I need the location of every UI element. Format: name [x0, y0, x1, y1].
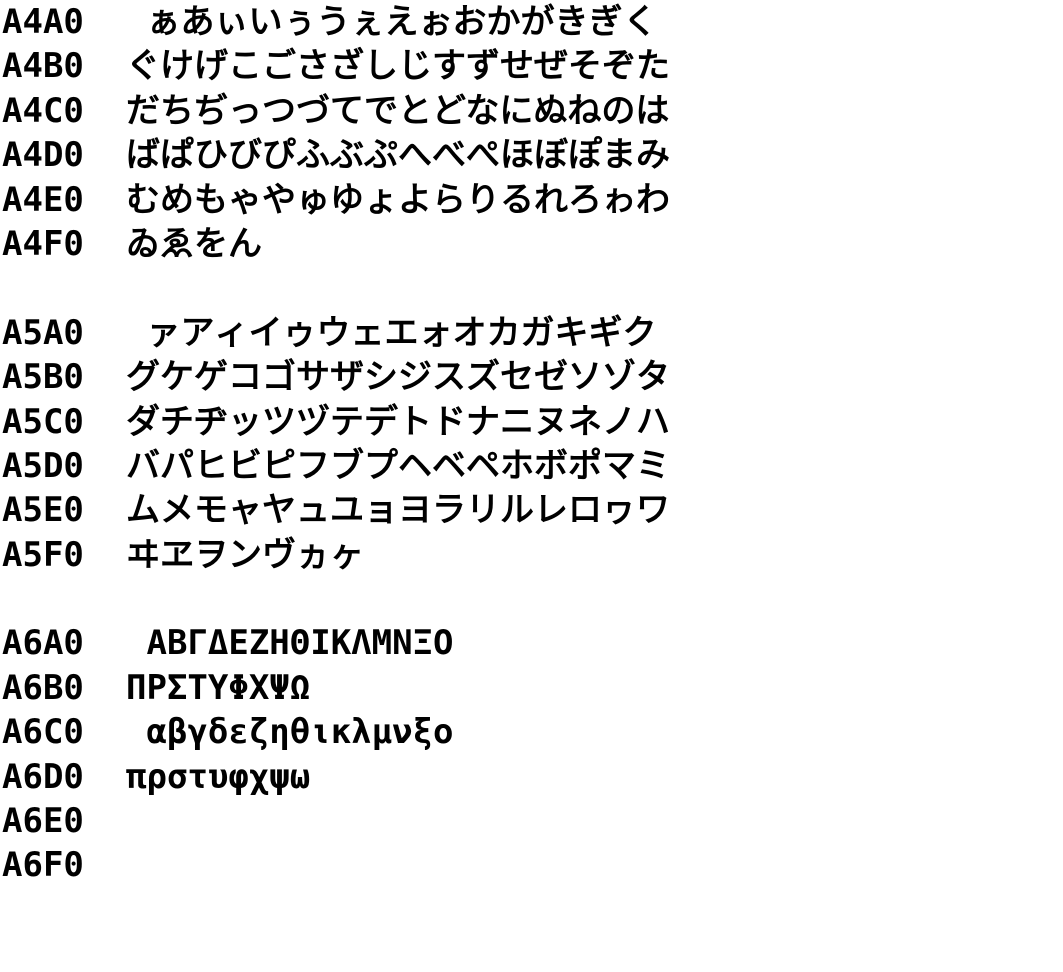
table-row: A6F0	[2, 843, 1057, 887]
row-characters: だちぢっつづてでとどなにぬねのは	[126, 90, 670, 131]
row-code: A5A0	[2, 312, 84, 353]
katakana-section: A5A0 ァアィイゥウェエォオカガキギク A5B0 グケゲコゴサザシジスズセゼソ…	[2, 311, 1057, 577]
row-characters: ΠΡΣΤΥΦΧΨΩ	[126, 667, 311, 708]
table-row: A5F0 ヰヱヲンヴヵヶ	[2, 533, 1057, 577]
row-characters: ヰヱヲンヴヵヶ	[126, 534, 364, 575]
row-characters: ΑΒΓΔΕΖΗΘΙΚΛΜΝΞΟ	[126, 623, 454, 664]
row-characters: ばぱひびぴふぶぷへべぺほぼぽまみ	[126, 135, 670, 176]
table-row: A4A0 ぁあぃいぅうぇえぉおかがきぎく	[2, 0, 1057, 44]
table-row: A6E0	[2, 799, 1057, 843]
row-code: A6D0	[2, 756, 84, 797]
row-characters: グケゲコゴサザシジスズセゼソゾタ	[126, 357, 670, 398]
row-code: A6C0	[2, 712, 84, 753]
table-row: A5C0 ダチヂッツヅテデトドナニヌネノハ	[2, 400, 1057, 444]
row-characters: むめもゃやゅゆょよらりるれろゎわ	[126, 179, 670, 220]
row-code: A5E0	[2, 490, 84, 531]
table-row: A5A0 ァアィイゥウェエォオカガキギク	[2, 311, 1057, 355]
row-code: A5B0	[2, 357, 84, 398]
table-row: A5E0 ムメモャヤュユョヨラリルレロヮワ	[2, 488, 1057, 532]
row-characters: πρστυφχψω	[126, 756, 311, 797]
row-characters: ダチヂッツヅテデトドナニヌネノハ	[126, 401, 670, 442]
row-code: A5C0	[2, 401, 84, 442]
row-code: A4E0	[2, 179, 84, 220]
table-row: A4D0 ばぱひびぴふぶぷへべぺほぼぽまみ	[2, 133, 1057, 177]
row-characters: バパヒビピフブプヘベペホボポマミ	[126, 445, 670, 486]
row-code: A6B0	[2, 667, 84, 708]
row-code: A4C0	[2, 90, 84, 131]
row-characters: αβγδεζηθικλμνξο	[126, 712, 454, 753]
row-code: A5F0	[2, 534, 84, 575]
table-row: A4C0 だちぢっつづてでとどなにぬねのは	[2, 89, 1057, 133]
table-row: A6A0 ΑΒΓΔΕΖΗΘΙΚΛΜΝΞΟ	[2, 621, 1057, 665]
row-code: A6F0	[2, 845, 84, 886]
character-code-table: A4A0 ぁあぃいぅうぇえぉおかがきぎく A4B0 ぐけげこごさざしじすずせぜそ…	[2, 0, 1057, 888]
table-row: A6B0 ΠΡΣΤΥΦΧΨΩ	[2, 666, 1057, 710]
table-row: A6C0 αβγδεζηθικλμνξο	[2, 710, 1057, 754]
row-characters: ゐゑをん	[126, 223, 262, 264]
greek-section: A6A0 ΑΒΓΔΕΖΗΘΙΚΛΜΝΞΟ A6B0 ΠΡΣΤΥΦΧΨΩ A6C0…	[2, 621, 1057, 887]
table-row: A6D0 πρστυφχψω	[2, 755, 1057, 799]
row-characters: ァアィイゥウェエォオカガキギク	[126, 312, 657, 353]
table-row: A4E0 むめもゃやゅゆょよらりるれろゎわ	[2, 178, 1057, 222]
row-code: A4A0	[2, 2, 84, 42]
row-code: A4D0	[2, 135, 84, 176]
table-row: A4B0 ぐけげこごさざしじすずせぜそぞた	[2, 44, 1057, 88]
row-code: A6A0	[2, 623, 84, 664]
table-row: A4F0 ゐゑをん	[2, 222, 1057, 266]
row-characters: ぁあぃいぅうぇえぉおかがきぎく	[126, 2, 658, 42]
row-code: A4B0	[2, 46, 84, 87]
row-code: A4F0	[2, 223, 84, 264]
table-row: A5D0 バパヒビピフブプヘベペホボポマミ	[2, 444, 1057, 488]
row-code: A6E0	[2, 801, 84, 842]
row-characters: ぐけげこごさざしじすずせぜそぞた	[126, 46, 670, 87]
row-characters: ムメモャヤュユョヨラリルレロヮワ	[126, 490, 670, 531]
table-row: A5B0 グケゲコゴサザシジスズセゼソゾタ	[2, 355, 1057, 399]
row-code: A5D0	[2, 445, 84, 486]
hiragana-section: A4A0 ぁあぃいぅうぇえぉおかがきぎく A4B0 ぐけげこごさざしじすずせぜそ…	[2, 0, 1057, 266]
